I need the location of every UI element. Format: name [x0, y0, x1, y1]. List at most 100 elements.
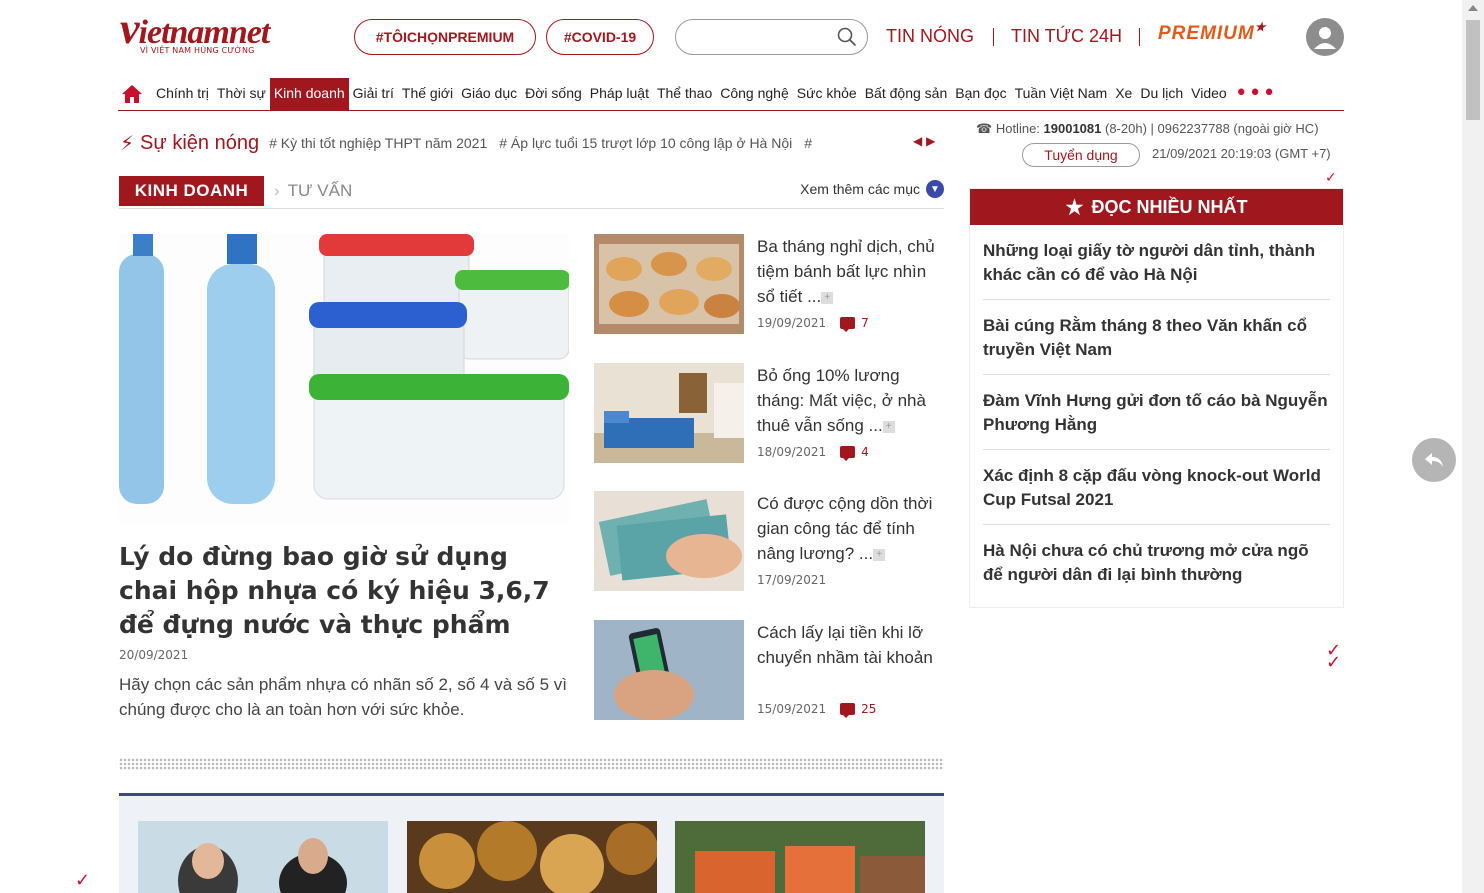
user-icon	[1314, 27, 1336, 49]
nav-item-chinh-tri[interactable]: Chính trị	[152, 78, 213, 111]
market-baskets-photo	[675, 821, 925, 893]
hot-tag[interactable]: # Kỳ thi tốt nghiệp THPT năm 2021	[269, 135, 487, 151]
nav-item-cong-nghe[interactable]: Công nghệ	[716, 78, 793, 111]
tin-tuc-24h-link[interactable]: TIN TỨC 24H	[1011, 26, 1122, 47]
phone-icon: ☎	[976, 121, 993, 136]
comment-count-value: 4	[861, 445, 869, 459]
search-input[interactable]	[688, 20, 838, 52]
hot-tag[interactable]: # Áp lực tuổi 15 trượt lớp 10 công lập ở…	[499, 135, 792, 151]
expand-icon[interactable]: +	[821, 291, 834, 304]
read-most-item[interactable]: Bài cúng Rằm tháng 8 theo Văn khấn cổ tr…	[983, 300, 1330, 375]
nav-item-kinh-doanh[interactable]: Kinh doanh	[269, 77, 349, 111]
nav-item-giai-tri[interactable]: Giải trí	[349, 78, 398, 111]
nav-item-phap-luat[interactable]: Pháp luật	[586, 78, 653, 111]
nav-more-button[interactable]: •••	[1235, 83, 1277, 105]
article-date: 19/09/2021	[757, 316, 827, 330]
check-mark-icon: ✓	[1326, 652, 1342, 673]
nav-item-du-lich[interactable]: Du lịch	[1136, 78, 1187, 111]
section-title[interactable]: KINH DOANH	[119, 176, 264, 206]
read-most-item[interactable]: Hà Nội chưa có chủ trương mở cửa ngõ để …	[983, 525, 1330, 599]
expand-icon[interactable]: +	[882, 420, 895, 433]
scroll-up-arrow-icon[interactable]	[1468, 5, 1478, 11]
side-article[interactable]: Cách lấy lại tiền khi lỡ chuyển nhầm tài…	[594, 620, 946, 730]
article-title[interactable]: Cách lấy lại tiền khi lỡ chuyển nhầm tài…	[757, 620, 947, 670]
side-article[interactable]: Có được cộng dồn thời gian công tác để t…	[594, 491, 946, 601]
back-button[interactable]	[1412, 438, 1456, 482]
premium-link[interactable]: PREMIUM★	[1158, 20, 1267, 45]
covid-hashtag-button[interactable]: #COVID-19	[546, 19, 654, 55]
article-date: 18/09/2021	[757, 445, 827, 459]
subcategory-label: TƯ VẤN	[287, 181, 353, 200]
lead-article-image[interactable]	[119, 234, 569, 524]
nav-item-thoi-su[interactable]: Thời sự	[213, 78, 270, 111]
nav-item-tuan-viet-nam[interactable]: Tuần Việt Nam	[1011, 78, 1112, 111]
article-thumbnail[interactable]	[594, 363, 744, 463]
side-article[interactable]: Bỏ ống 10% lương tháng: Mất việc, ở nhà …	[594, 363, 946, 473]
read-most-box: ★ ĐỌC NHIỀU NHẤT Những loại giấy tờ người…	[969, 188, 1344, 608]
article-title-text: Bỏ ống 10% lương tháng: Mất việc, ở nhà …	[757, 366, 926, 435]
article-title-text: Ba tháng nghỉ dịch, chủ tiệm bánh bất lự…	[757, 237, 935, 306]
article-title[interactable]: Bỏ ống 10% lương tháng: Mất việc, ở nhà …	[757, 363, 947, 438]
hot-events-bar: ⚡ Sự kiện nóng # Kỳ thi tốt nghiệp THPT …	[120, 128, 824, 158]
read-most-header: ★ ĐỌC NHIỀU NHẤT	[970, 189, 1343, 225]
read-most-list: Những loại giấy tờ người dân tỉnh, thành…	[970, 225, 1343, 599]
read-most-item[interactable]: Những loại giấy tờ người dân tỉnh, thành…	[983, 225, 1330, 300]
nav-item-the-thao[interactable]: Thể thao	[653, 78, 716, 111]
recruit-button[interactable]: Tuyển dụng	[1022, 143, 1140, 167]
nav-item-the-gioi[interactable]: Thế giới	[398, 78, 457, 111]
nav-item-giao-duc[interactable]: Giáo dục	[457, 78, 521, 111]
nav-item-suc-khoe[interactable]: Sức khỏe	[793, 78, 861, 111]
read-most-item[interactable]: Xác định 8 cặp đấu vòng knock-out World …	[983, 450, 1330, 525]
prev-arrow-icon[interactable]: ◀	[913, 134, 922, 148]
main-nav: Chính trị Thời sự Kinh doanh Giải trí Th…	[118, 77, 1344, 111]
home-icon[interactable]	[120, 82, 144, 106]
featured-thumbnail[interactable]	[675, 821, 925, 893]
comment-count[interactable]: 25	[840, 702, 876, 718]
hotline-hours: (8-20h) | 0962237788 (ngoài giờ HC)	[1105, 121, 1319, 136]
tin-nong-link[interactable]: TIN NÓNG	[886, 26, 974, 47]
nav-item-ban-doc[interactable]: Bạn đọc	[951, 78, 1010, 111]
lead-article-date: 20/09/2021	[119, 648, 189, 662]
featured-thumbnail[interactable]	[138, 821, 388, 893]
bakery-image	[594, 234, 744, 334]
next-arrow-icon[interactable]: ▶	[926, 134, 935, 148]
featured-thumbnail[interactable]	[407, 821, 657, 893]
vertical-scrollbar[interactable]	[1462, 0, 1484, 893]
article-title[interactable]: Có được cộng dồn thời gian công tác để t…	[757, 491, 947, 566]
section-subcategory[interactable]: › TƯ VẤN	[274, 181, 352, 201]
expand-icon[interactable]: +	[873, 548, 886, 561]
divider	[1139, 28, 1140, 46]
people-photo	[138, 821, 388, 893]
article-title-text: Cách lấy lại tiền khi lỡ chuyển nhầm tài…	[757, 623, 933, 667]
comment-count[interactable]: 7	[840, 316, 869, 332]
article-thumbnail[interactable]	[594, 234, 744, 334]
premium-hashtag-button[interactable]: #TÔICHỌNPREMIUM	[354, 19, 536, 55]
search-icon[interactable]	[837, 27, 857, 47]
article-title[interactable]: Ba tháng nghỉ dịch, chủ tiệm bánh bất lự…	[757, 234, 947, 309]
vietnamnet-logo[interactable]: vietnamnet VÌ VIỆT NAM HÙNG CƯỜNG	[120, 7, 270, 68]
article-title-text: Có được cộng dồn thời gian công tác để t…	[757, 494, 933, 563]
article-thumbnail[interactable]	[594, 491, 744, 591]
comment-count[interactable]: 4	[840, 445, 869, 461]
lead-article-title[interactable]: Lý do đừng bao giờ sử dụng chai hộp nhựa…	[119, 540, 569, 642]
hot-tag[interactable]: #	[804, 135, 812, 151]
article-date: 15/09/2021	[757, 702, 827, 716]
see-more-categories[interactable]: Xem thêm các mục ▼	[800, 180, 944, 198]
side-article[interactable]: Ba tháng nghỉ dịch, chủ tiệm bánh bất lự…	[594, 234, 946, 344]
current-datetime: 21/09/2021 20:19:03 (GMT +7)	[1152, 146, 1331, 161]
nav-item-video[interactable]: Video	[1187, 78, 1231, 111]
read-most-item[interactable]: Đàm Vĩnh Hưng gửi đơn tố cáo bà Nguyễn P…	[983, 375, 1330, 450]
phone-banking-image	[594, 620, 744, 720]
chevron-down-icon: ▼	[926, 180, 944, 198]
nav-item-doi-song[interactable]: Đời sống	[521, 78, 586, 111]
user-avatar[interactable]	[1306, 18, 1344, 56]
star-icon: ★	[1065, 196, 1084, 219]
nav-item-xe[interactable]: Xe	[1111, 78, 1136, 111]
article-thumbnail[interactable]	[594, 620, 744, 720]
hotline-number[interactable]: 19001081	[1044, 121, 1102, 136]
nav-item-bat-dong-san[interactable]: Bất động sản	[861, 78, 952, 111]
scrollbar-thumb[interactable]	[1466, 20, 1480, 120]
crypto-coins-photo	[407, 821, 657, 893]
money-image	[594, 491, 744, 591]
article-meta: 19/09/2021 7	[757, 316, 869, 332]
